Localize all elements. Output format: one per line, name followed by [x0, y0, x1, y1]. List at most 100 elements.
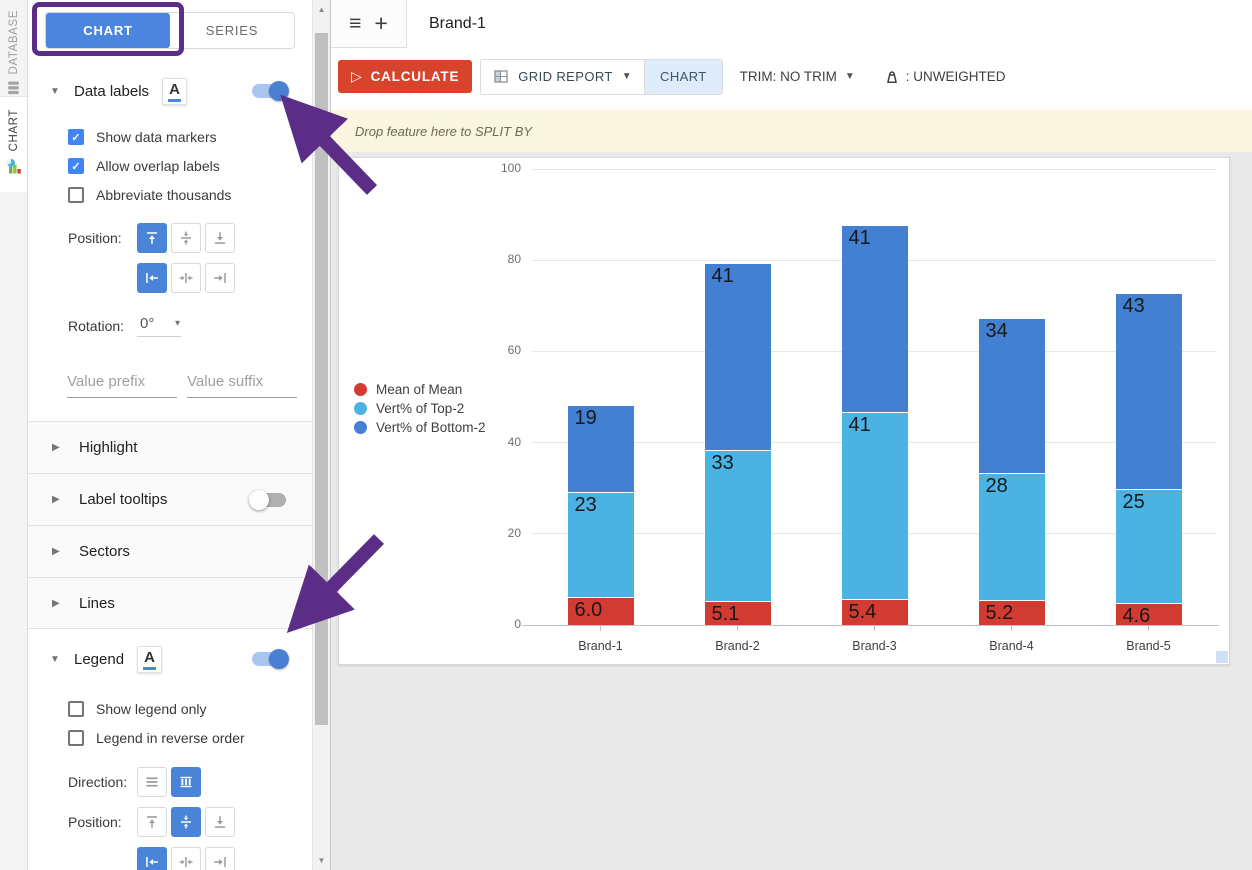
position-center-button[interactable]: [171, 263, 201, 293]
align-right-icon: [212, 270, 228, 286]
legend-swatch: [354, 383, 367, 396]
checkbox-allow-overlap-labels[interactable]: ✓ Allow overlap labels: [68, 158, 312, 174]
align-horizontal-center-icon: [178, 270, 194, 286]
checkbox-show-data-markers[interactable]: ✓ Show data markers: [68, 129, 312, 145]
section-label-tooltips[interactable]: ▶ Label tooltips: [28, 473, 312, 525]
position-middle-button[interactable]: [171, 223, 201, 253]
value-prefix-input[interactable]: [67, 371, 177, 398]
weighting-status[interactable]: : UNWEIGHTED: [883, 68, 1006, 86]
position-bottom-button[interactable]: [205, 223, 235, 253]
checkbox-icon[interactable]: ✓: [68, 158, 84, 174]
add-tab-icon[interactable]: +: [374, 12, 387, 35]
position-right-button[interactable]: [205, 263, 235, 293]
plot-area: 0204060801006.02319Brand-15.13341Brand-2…: [532, 169, 1217, 625]
checkbox-icon[interactable]: ✓: [68, 730, 84, 746]
position-top-button[interactable]: [137, 223, 167, 253]
legend-title: Legend: [74, 651, 124, 668]
checkbox-label: Legend in reverse order: [96, 730, 245, 746]
header-bar: ≡ + Brand-1: [331, 0, 1252, 48]
value-suffix-input[interactable]: [187, 371, 297, 398]
legend-position-vertical-group: [137, 807, 235, 837]
checkbox-label: Allow overlap labels: [96, 158, 220, 174]
checkbox-icon[interactable]: ✓: [68, 129, 84, 145]
checkbox-show-legend-only[interactable]: ✓ Show legend only: [68, 701, 312, 717]
y-axis-tick-label: 80: [477, 252, 521, 266]
trim-dropdown[interactable]: TRIM: NO TRIM ▼: [740, 69, 855, 84]
scroll-down-icon[interactable]: ▼: [313, 856, 330, 865]
section-sectors[interactable]: ▶ Sectors: [28, 525, 312, 577]
toggle-knob: [249, 490, 269, 510]
rows-icon: [144, 774, 160, 790]
position-left-button[interactable]: [137, 847, 167, 870]
grid-report-button[interactable]: GRID REPORT ▼: [481, 60, 644, 94]
columns-icon: [178, 774, 194, 790]
data-labels-font-style-button[interactable]: A: [162, 78, 187, 105]
grid-report-label: GRID REPORT: [518, 69, 612, 84]
position-horizontal-group: [137, 263, 235, 293]
rotation-label: Rotation:: [68, 318, 137, 334]
check-icon: ✓: [71, 703, 80, 716]
split-by-dropzone[interactable]: Drop feature here to SPLIT BY: [331, 110, 1252, 152]
sidebar-tab-chart[interactable]: CHART: [46, 13, 170, 48]
align-right-icon: [212, 854, 228, 870]
data-labels-toggle[interactable]: [252, 84, 286, 98]
rail-tab-chart[interactable]: CHART: [0, 97, 27, 192]
font-style-letter: A: [169, 81, 180, 98]
position-middle-button[interactable]: [171, 807, 201, 837]
chart-view-button[interactable]: CHART: [644, 60, 722, 94]
checkbox-abbreviate-thousands[interactable]: ✓ Abbreviate thousands: [68, 187, 312, 203]
data-label: 19: [575, 407, 597, 430]
data-label: 5.2: [986, 602, 1014, 625]
align-bottom-icon: [212, 814, 228, 830]
grid-icon: [493, 69, 509, 84]
y-axis-tick-label: 100: [477, 161, 521, 175]
legend-item[interactable]: Vert% of Top-2: [354, 399, 486, 418]
bar-segment[interactable]: [842, 226, 908, 413]
position-top-button[interactable]: [137, 807, 167, 837]
section-lines[interactable]: ▶ Lines: [28, 577, 312, 629]
sidebar-scrollbar[interactable]: ▲ ▼: [312, 0, 330, 870]
bar-segment[interactable]: [1116, 294, 1182, 490]
rotation-select[interactable]: 0° ▾: [137, 315, 181, 337]
chevron-down-icon[interactable]: ▼: [50, 654, 63, 665]
data-label: 28: [986, 475, 1008, 498]
label-tooltips-toggle[interactable]: [252, 493, 286, 507]
align-vertical-center-icon: [178, 230, 194, 246]
weighting-label: : UNWEIGHTED: [906, 69, 1006, 84]
calculate-button[interactable]: ▷ CALCULATE: [338, 60, 472, 93]
direction-horizontal-button[interactable]: [137, 767, 167, 797]
legend-item[interactable]: Vert% of Bottom-2: [354, 418, 486, 437]
data-label: 4.6: [1123, 605, 1151, 628]
weight-icon: [883, 68, 901, 86]
scroll-up-icon[interactable]: ▲: [313, 5, 330, 14]
rail-tab-database[interactable]: DATABASE: [0, 0, 27, 97]
legend-toggle[interactable]: [252, 652, 286, 666]
chevron-down-icon[interactable]: ▼: [50, 86, 63, 97]
checkbox-icon[interactable]: ✓: [68, 701, 84, 717]
position-bottom-button[interactable]: [205, 807, 235, 837]
tab-strip: ≡ +: [331, 0, 407, 48]
bar-segment[interactable]: [705, 264, 771, 451]
scrollbar-thumb[interactable]: [315, 33, 328, 725]
direction-vertical-button[interactable]: [171, 767, 201, 797]
sidebar-tab-series[interactable]: SERIES: [170, 13, 294, 48]
position-right-button[interactable]: [205, 847, 235, 870]
position-center-button[interactable]: [171, 847, 201, 870]
section-highlight[interactable]: ▶ Highlight: [28, 421, 312, 473]
data-label: 5.4: [849, 601, 877, 624]
data-labels-position-row-horizontal: [68, 263, 312, 293]
checkbox-icon[interactable]: ✓: [68, 187, 84, 203]
align-top-icon: [144, 814, 160, 830]
legend-item[interactable]: Mean of Mean: [354, 380, 486, 399]
position-left-button[interactable]: [137, 263, 167, 293]
panel-resize-handle[interactable]: [1216, 651, 1228, 663]
x-axis-label: Brand-3: [815, 639, 935, 653]
calculate-label: CALCULATE: [371, 69, 460, 84]
x-axis-tick: [1148, 626, 1149, 631]
view-switcher: GRID REPORT ▼ CHART: [480, 59, 722, 95]
bar-segment[interactable]: [842, 413, 908, 600]
legend-font-style-button[interactable]: A: [137, 646, 162, 673]
checkbox-legend-reverse-order[interactable]: ✓ Legend in reverse order: [68, 730, 312, 746]
menu-icon[interactable]: ≡: [349, 13, 361, 34]
y-axis-tick-label: 0: [477, 617, 521, 631]
